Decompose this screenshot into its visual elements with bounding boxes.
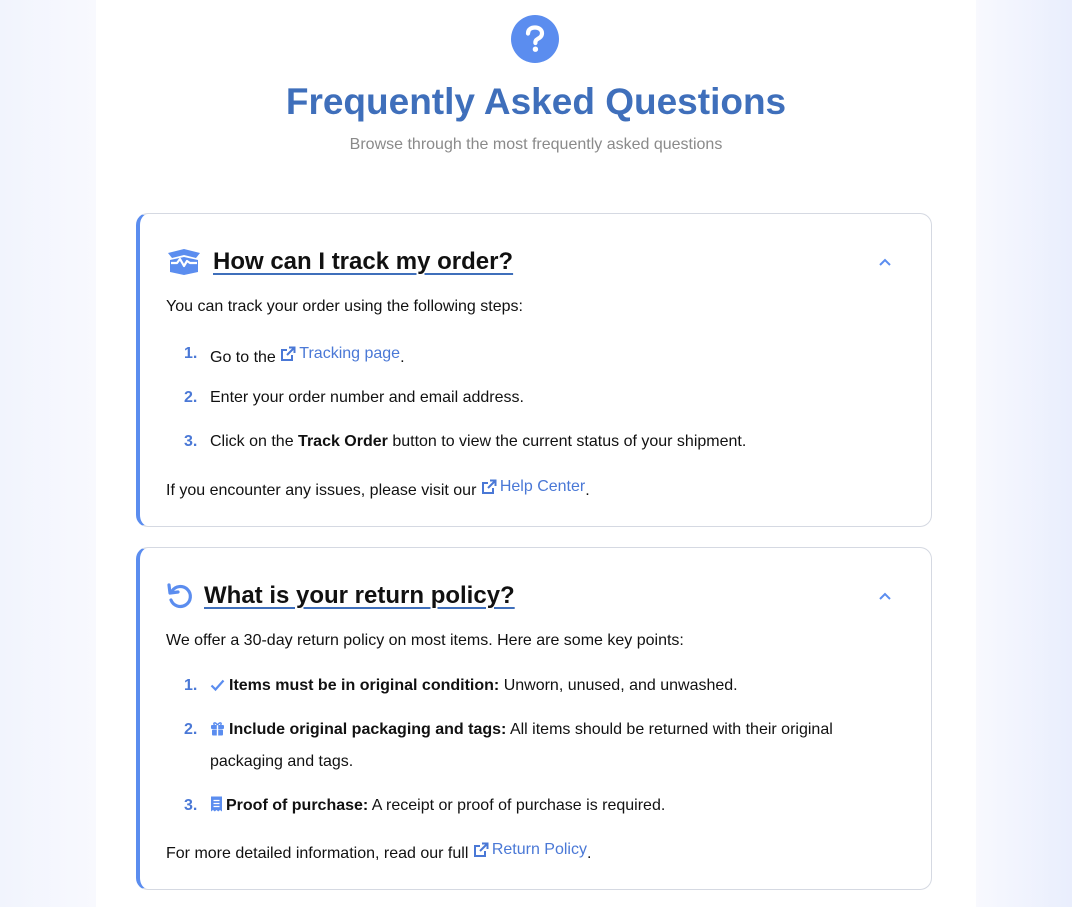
page-title: Frequently Asked Questions [285,81,787,122]
list-item: Proof of purchase: A receipt or proof of… [210,795,665,817]
external-link-icon [481,479,497,494]
faq-page: Frequently Asked Questions Browse throug… [96,0,976,907]
check-icon [210,679,225,692]
help-center-link[interactable]: Help Center [481,476,585,498]
list-item: Go to the Tracking page. [210,343,405,366]
faq-intro: We offer a 30-day return policy on most … [166,632,684,649]
list-item: Include original packaging and tags: All… [210,719,833,741]
faq-question[interactable]: How can I track my order? [213,246,513,278]
list-item: Click on the Track Order button to view … [210,433,747,450]
external-link-icon [473,842,489,857]
list-item: Enter your order number and email addres… [210,389,524,406]
external-link-icon [281,346,296,361]
point-number: 2. [184,721,198,738]
point-number: 3. [184,797,198,814]
step-number: 1. [184,345,198,362]
chevron-up-icon[interactable] [878,588,892,600]
faq-intro: You can track your order using the follo… [166,298,523,315]
question-circle-icon [511,15,559,63]
page-subtitle: Browse through the most frequently asked… [349,136,723,153]
faq-question-header[interactable]: What is your return policy? [166,580,515,612]
faq-footer: For more detailed information, read our … [166,839,592,862]
point-number: 1. [184,677,198,694]
step-number: 2. [184,389,198,406]
tracking-page-link[interactable]: Tracking page [280,343,400,365]
chevron-up-icon[interactable] [878,254,892,266]
faq-question[interactable]: What is your return policy? [204,580,515,612]
list-item-continuation: packaging and tags. [210,753,354,770]
gift-icon [211,722,224,736]
faq-footer: If you encounter any issues, please visi… [166,476,590,499]
faq-card-return-policy: What is your return policy? We offer a 3… [136,547,932,890]
list-item: Items must be in original condition: Unw… [210,675,738,697]
faq-card-track-order: How can I track my order? You can track … [136,213,932,527]
step-number: 3. [184,433,198,450]
undo-icon [166,582,194,610]
return-policy-link[interactable]: Return Policy [473,839,587,861]
faq-question-header[interactable]: How can I track my order? [166,246,513,278]
receipt-icon [211,796,222,812]
box-open-icon [166,248,202,276]
